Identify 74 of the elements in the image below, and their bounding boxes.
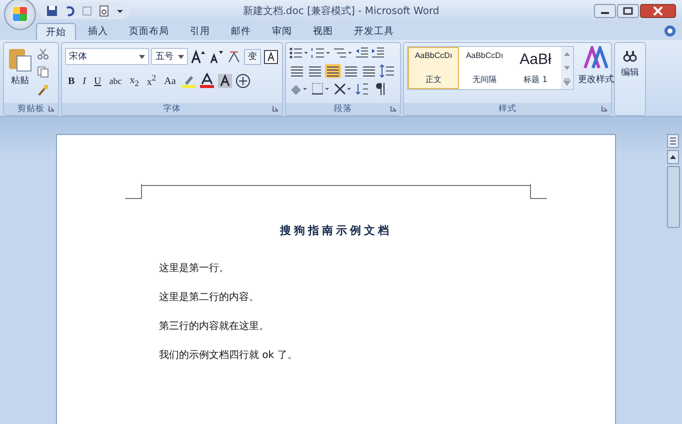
group-label: 剪贴板 — [18, 103, 44, 115]
ribbon-tab[interactable]: 审阅 — [263, 23, 301, 40]
increase-indent-icon[interactable] — [371, 46, 385, 60]
help-icon[interactable] — [664, 25, 676, 37]
distribute-icon[interactable] — [361, 64, 377, 78]
ruler-toggle-icon[interactable] — [667, 134, 679, 148]
ribbon-tab[interactable]: 视图 — [304, 23, 342, 40]
group-label: 段落 — [334, 103, 352, 115]
ribbon-tab[interactable]: 邮件 — [222, 23, 260, 40]
enclose-character-icon[interactable] — [234, 73, 251, 89]
copy-icon[interactable] — [37, 66, 49, 78]
grow-font-icon[interactable] — [190, 48, 206, 64]
scroll-up-icon[interactable] — [667, 150, 679, 164]
sort-icon[interactable] — [355, 82, 371, 96]
dialog-launcher-icon[interactable] — [390, 105, 397, 112]
show-marks-icon[interactable] — [373, 82, 387, 96]
document-paragraph: 第三行的内容就在这里。 — [159, 321, 270, 332]
binoculars-icon — [623, 49, 637, 63]
ribbon-tab[interactable]: 开发工具 — [345, 23, 403, 40]
numbered-list-icon[interactable] — [311, 46, 331, 60]
document-title: 搜狗指南示例文档 — [278, 223, 393, 238]
justify-icon[interactable] — [343, 64, 359, 78]
document-paragraph: 我们的示例文档四行就 ok 了。 — [159, 350, 298, 361]
scrollbar-thumb[interactable] — [666, 166, 680, 228]
character-shading-icon[interactable] — [216, 73, 233, 89]
ribbon-tab[interactable]: 引用 — [181, 23, 219, 40]
dialog-launcher-icon[interactable] — [272, 105, 279, 112]
format-button[interactable]: x$_{2}$ — [126, 73, 142, 89]
font-color-icon[interactable] — [198, 73, 215, 89]
scissors-icon[interactable] — [37, 48, 49, 60]
document-paragraph: 这里是第二行的内容。 — [159, 292, 260, 303]
dropdown-icon[interactable] — [116, 7, 124, 15]
format-button[interactable]: B — [65, 73, 78, 89]
shrink-font-icon[interactable] — [208, 48, 224, 64]
dialog-launcher-icon[interactable] — [48, 105, 55, 112]
save-icon[interactable] — [46, 5, 58, 17]
dropdown-arrow-icon — [178, 54, 184, 58]
dialog-launcher-icon[interactable] — [601, 105, 608, 112]
office-button[interactable] — [4, 0, 36, 30]
ribbon-tab[interactable]: 开始 — [36, 23, 76, 40]
clipboard-icon — [7, 46, 33, 72]
group-label: 字体 — [163, 103, 181, 115]
ribbon-tab[interactable]: 插入 — [79, 23, 117, 40]
styles-letters-icon — [583, 46, 609, 70]
borders-icon[interactable] — [311, 82, 331, 96]
window-title: 新建文档.doc [兼容模式] - Microsoft Word — [242, 4, 440, 18]
align-center-icon[interactable] — [307, 64, 323, 78]
close-icon[interactable] — [640, 4, 676, 18]
ribbon-tab[interactable]: 页面布局 — [120, 23, 178, 40]
group-label: 样式 — [498, 103, 516, 115]
style-tile[interactable]: AaBbCcDı 正文 — [408, 47, 459, 89]
character-border-icon[interactable] — [263, 48, 279, 64]
font-size-field[interactable]: 五号 — [151, 48, 188, 65]
minimize-icon[interactable] — [594, 4, 616, 18]
paste-button[interactable]: 粘贴 — [7, 46, 33, 87]
format-button[interactable]: Aa — [161, 73, 179, 89]
restore-icon[interactable] — [617, 4, 639, 18]
format-button[interactable]: x$^{2}$ — [144, 73, 160, 89]
dropdown-arrow-icon — [139, 54, 146, 58]
decrease-indent-icon[interactable] — [355, 46, 369, 60]
align-left-icon[interactable] — [289, 64, 305, 78]
change-case-button[interactable]: 变 — [244, 48, 261, 64]
document-paragraph: 这里是第一行。 — [159, 263, 230, 274]
format-button[interactable]: abc — [106, 73, 125, 89]
change-styles-button[interactable]: 更改样式 — [578, 46, 614, 86]
format-button[interactable]: U — [91, 73, 104, 89]
print-preview-icon[interactable] — [98, 5, 110, 17]
font-name-field[interactable]: 宋体 — [65, 48, 150, 65]
undo-icon[interactable] — [64, 5, 76, 17]
format-button[interactable]: I — [80, 73, 90, 89]
align-right-icon[interactable] — [325, 64, 341, 78]
multilevel-list-icon[interactable] — [333, 46, 353, 60]
format-painter-icon[interactable] — [37, 84, 49, 96]
bullet-list-icon[interactable] — [289, 46, 309, 60]
